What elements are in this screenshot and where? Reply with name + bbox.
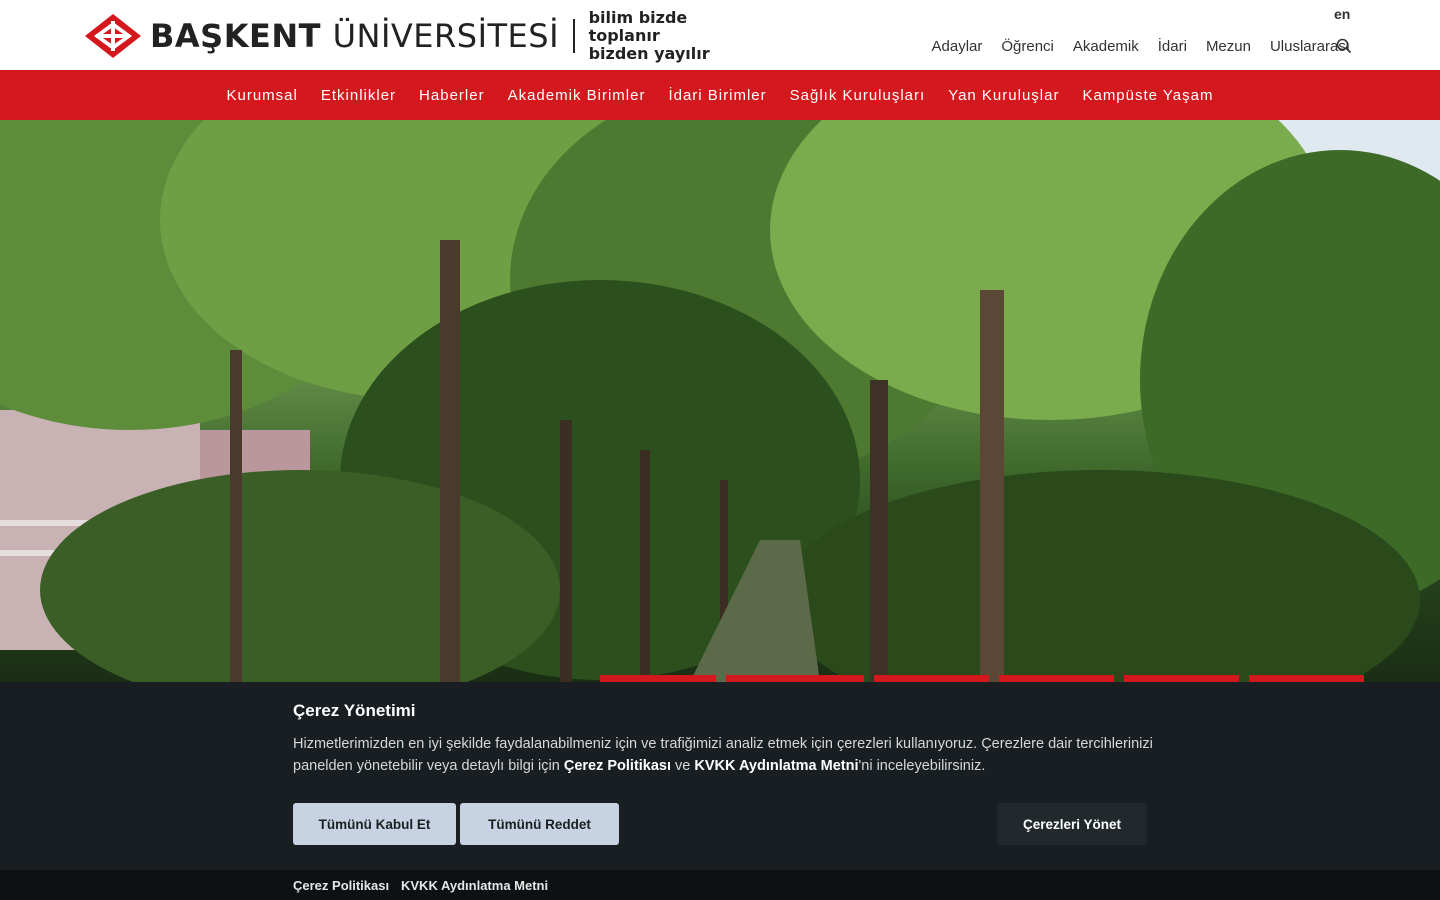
slider-indicator[interactable] (600, 675, 716, 682)
slogan-line-2: bizden yayılır (588, 44, 710, 63)
nav-yan-kuruluslar[interactable]: Yan Kuruluşlar (948, 87, 1059, 104)
cookie-text-part3: 'ni inceleyebilirsiniz. (858, 757, 986, 774)
footer-kvkk-link[interactable]: KVKK Aydınlatma Metni (401, 878, 548, 893)
site-header: BAŞKENT ÜNİVERSİTESİ bilim bizde toplanı… (0, 0, 1440, 70)
cookie-banner: Çerez Yönetimi Hizmetlerimizden en iyi ş… (0, 682, 1440, 870)
logo-name-light: ÜNİVERSİTESİ (332, 17, 560, 55)
cookie-footer-bar: Çerez Politikası KVKK Aydınlatma Metni (0, 870, 1440, 900)
nav-saglik-kuruluslari[interactable]: Sağlık Kuruluşları (790, 87, 926, 104)
main-nav: Kurumsal Etkinlikler Haberler Akademik B… (0, 70, 1440, 120)
nav-etkinlikler[interactable]: Etkinlikler (321, 87, 396, 104)
slider-indicator[interactable] (1124, 675, 1239, 682)
logo-wordmark: BAŞKENT ÜNİVERSİTESİ (150, 17, 559, 55)
accept-all-button[interactable]: Tümünü Kabul Et (293, 803, 456, 845)
search-icon[interactable] (1336, 38, 1352, 54)
cookie-text-part2: ve (671, 757, 695, 774)
kvkk-link[interactable]: KVKK Aydınlatma Metni (694, 758, 858, 774)
slider-indicators (600, 675, 1364, 682)
nav-haberler[interactable]: Haberler (419, 87, 485, 104)
cookie-policy-link[interactable]: Çerez Politikası (564, 758, 671, 774)
hero-tree-illustration (0, 120, 1440, 682)
audience-link-mezun[interactable]: Mezun (1206, 38, 1251, 55)
audience-link-akademik[interactable]: Akademik (1073, 38, 1139, 55)
reject-all-button[interactable]: Tümünü Reddet (460, 803, 619, 845)
logo-slogan: bilim bizde toplanır bizden yayılır (589, 9, 724, 63)
audience-link-ogrenci[interactable]: Öğrenci (1001, 38, 1054, 55)
logo-mark-icon (84, 12, 142, 60)
slider-indicator[interactable] (874, 675, 989, 682)
audience-link-adaylar[interactable]: Adaylar (932, 38, 983, 55)
nav-idari-birimler[interactable]: İdari Birimler (668, 87, 766, 104)
hero-campus-image (0, 120, 1440, 682)
slider-indicator[interactable] (1249, 675, 1364, 682)
manage-cookies-button[interactable]: Çerezleri Yönet (997, 803, 1147, 845)
audience-link-idari[interactable]: İdari (1158, 38, 1187, 55)
slider-indicator[interactable] (999, 675, 1114, 682)
nav-kurumsal[interactable]: Kurumsal (227, 87, 298, 104)
university-logo[interactable]: BAŞKENT ÜNİVERSİTESİ bilim bizde toplanı… (84, 9, 724, 63)
language-switch-en[interactable]: en (1334, 6, 1350, 22)
nav-akademik-birimler[interactable]: Akademik Birimler (508, 87, 646, 104)
audience-nav: Adaylar Öğrenci Akademik İdari Mezun Ulu… (932, 38, 1351, 55)
cookie-title: Çerez Yönetimi (293, 701, 416, 720)
footer-cookie-policy-link[interactable]: Çerez Politikası (293, 878, 389, 893)
slogan-line-1: bilim bizde toplanır (588, 8, 688, 45)
logo-divider (573, 19, 575, 53)
slider-indicator[interactable] (726, 675, 864, 682)
cookie-description: Hizmetlerimizden en iyi şekilde faydalan… (293, 734, 1163, 777)
logo-name-bold: BAŞKENT (150, 17, 321, 55)
nav-kampuste-yasam[interactable]: Kampüste Yaşam (1082, 87, 1213, 104)
